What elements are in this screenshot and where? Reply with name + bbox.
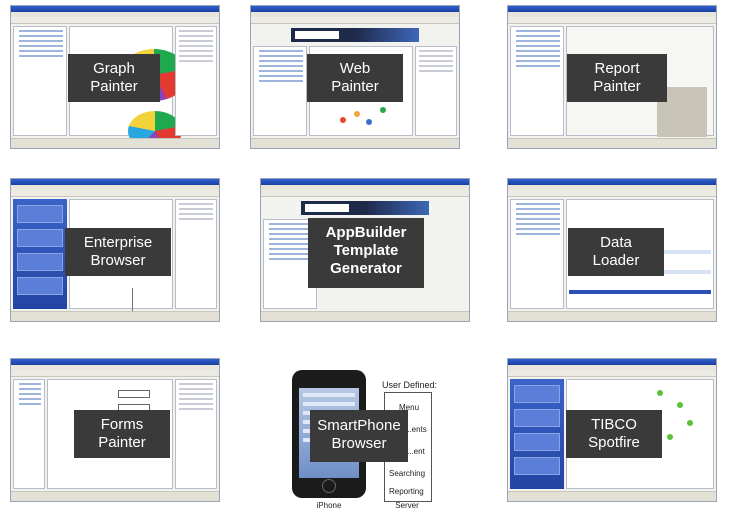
overlay-label-appbuilder: AppBuilder Template Generator: [308, 218, 424, 288]
overlay-label-graph-painter: Graph Painter: [68, 54, 160, 102]
rockwell-banner: [301, 201, 429, 215]
toolbar: [261, 190, 469, 197]
properties-panel: [175, 379, 217, 489]
overlay-label-forms-painter: Forms Painter: [74, 410, 170, 458]
toolbar: [11, 190, 219, 197]
overlay-label-smartphone-browser: SmartPhone Browser: [310, 410, 408, 462]
status-bar: [11, 138, 219, 148]
status-bar: [508, 138, 716, 148]
rockwell-logo: [295, 31, 339, 39]
toolbar: [508, 190, 716, 197]
overlay-label-web-painter: Web Painter: [307, 54, 403, 102]
status-bar: [11, 491, 219, 501]
status-bar: [11, 311, 219, 321]
toolbar: [11, 17, 219, 24]
toolbox-panel: [13, 379, 45, 489]
tree-panel: [510, 26, 564, 136]
overlay-label-enterprise-browser: Enterprise Browser: [65, 228, 171, 276]
toolbar: [508, 17, 716, 24]
status-bar: [251, 138, 459, 148]
tree-panel: [510, 199, 564, 309]
properties-panel: [175, 26, 217, 136]
overlay-label-data-loader: Data Loader: [568, 228, 664, 276]
status-bar: [508, 311, 716, 321]
status-bar: [508, 491, 716, 501]
toolbar: [11, 370, 219, 377]
server-item: Reporting: [389, 487, 424, 496]
tree-panel: [253, 46, 307, 136]
home-button: [322, 479, 336, 493]
overlay-label-report-painter: Report Painter: [567, 54, 667, 102]
toolbar: [251, 17, 459, 24]
rockwell-banner: [291, 28, 419, 42]
tree-panel: [13, 26, 67, 136]
navigation-panel: [13, 199, 67, 309]
server-item: Searching: [389, 469, 426, 478]
properties-panel: [415, 46, 457, 136]
filter-panel: [510, 379, 564, 489]
rockwell-logo: [305, 204, 349, 212]
server-caption: Server: [395, 501, 419, 510]
status-bar: [261, 311, 469, 321]
properties-panel: [175, 199, 217, 309]
iphone-caption: iPhone: [316, 501, 342, 510]
server-item: ...ents: [405, 425, 427, 434]
user-defined-label: User Defined:: [382, 380, 438, 390]
overlay-label-tibco-spotfire: TIBCO Spotfire: [566, 410, 662, 458]
server-item: ...ent: [407, 447, 425, 456]
toolbar: [508, 370, 716, 377]
